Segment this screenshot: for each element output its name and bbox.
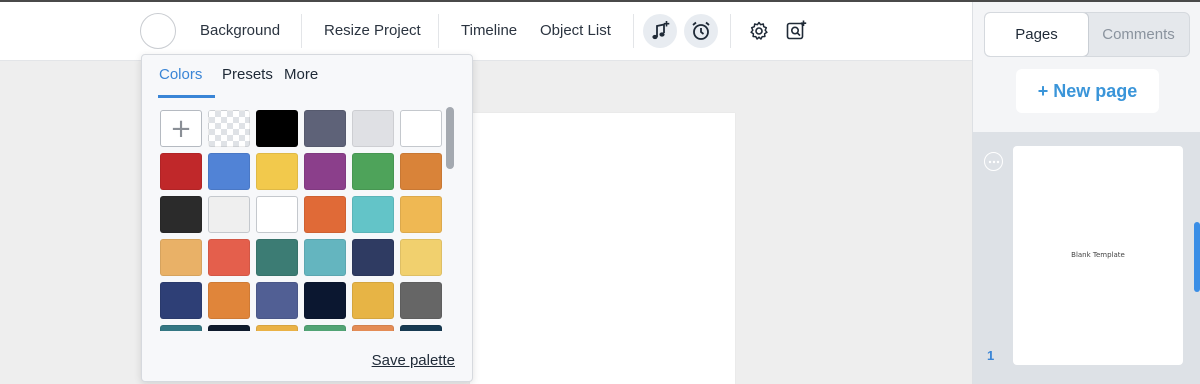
color-swatch-grid: +	[160, 110, 442, 331]
new-page-button[interactable]: + New page	[1016, 69, 1159, 113]
page-number: 1	[987, 348, 995, 363]
color-swatch[interactable]	[304, 325, 346, 331]
color-swatch[interactable]	[352, 153, 394, 190]
music-add-icon[interactable]	[643, 14, 677, 48]
tab-pages[interactable]: Pages	[985, 13, 1088, 56]
canvas-page[interactable]	[470, 113, 735, 384]
color-swatch[interactable]	[256, 110, 298, 147]
color-swatch[interactable]	[160, 196, 202, 233]
color-swatch[interactable]	[160, 239, 202, 276]
color-swatch[interactable]	[208, 153, 250, 190]
tab-presets[interactable]: Presets	[222, 66, 273, 83]
color-swatch[interactable]	[304, 196, 346, 233]
color-swatch[interactable]	[352, 196, 394, 233]
plus-icon: +	[170, 113, 192, 144]
toolbar-divider	[438, 14, 439, 48]
tab-comments[interactable]: Comments	[1088, 13, 1189, 56]
color-swatch[interactable]	[400, 110, 442, 147]
color-swatch[interactable]	[160, 153, 202, 190]
color-swatch[interactable]	[256, 325, 298, 331]
color-swatch[interactable]	[256, 239, 298, 276]
color-swatch[interactable]	[352, 239, 394, 276]
color-swatch[interactable]	[208, 282, 250, 319]
save-palette-link[interactable]: Save palette	[372, 352, 455, 369]
color-swatch[interactable]	[208, 325, 250, 331]
transparent-swatch[interactable]	[208, 110, 250, 147]
background-button[interactable]: Background	[200, 2, 280, 59]
panel-tabs: Pages Comments	[984, 12, 1190, 57]
color-swatch[interactable]	[208, 196, 250, 233]
toolbar-divider	[730, 14, 731, 48]
color-swatch[interactable]	[304, 110, 346, 147]
more-options-icon[interactable]	[984, 152, 1003, 171]
color-swatch[interactable]	[400, 282, 442, 319]
add-color-button[interactable]: +	[160, 110, 202, 147]
tab-colors[interactable]: Colors	[159, 66, 202, 83]
alarm-clock-icon[interactable]	[684, 14, 718, 48]
pages-list: Blank Template 1	[973, 132, 1200, 384]
color-swatch[interactable]	[400, 325, 442, 331]
gear-icon[interactable]	[742, 14, 776, 48]
color-swatch[interactable]	[256, 196, 298, 233]
toolbar-divider	[633, 14, 634, 48]
top-toolbar: Background Resize Project Timeline Objec…	[0, 2, 972, 61]
color-picker-popup: Colors Presets More + Save palette	[141, 54, 473, 382]
timeline-button[interactable]: Timeline	[461, 2, 517, 59]
color-swatch[interactable]	[256, 153, 298, 190]
color-swatch[interactable]	[208, 239, 250, 276]
toolbar-divider	[301, 14, 302, 48]
pages-panel: Pages Comments + New page Blank Template…	[972, 2, 1200, 384]
color-swatch[interactable]	[256, 282, 298, 319]
object-list-button[interactable]: Object List	[540, 2, 611, 59]
color-swatch[interactable]	[400, 239, 442, 276]
page-thumbnail[interactable]: Blank Template	[1013, 146, 1183, 365]
color-swatch[interactable]	[304, 153, 346, 190]
tab-more[interactable]: More	[284, 66, 318, 83]
color-swatch[interactable]	[352, 282, 394, 319]
swatch-scrollbar[interactable]	[446, 107, 454, 169]
resize-project-button[interactable]: Resize Project	[324, 2, 421, 59]
search-add-icon[interactable]	[779, 14, 813, 48]
color-swatch[interactable]	[400, 196, 442, 233]
background-color-button[interactable]	[140, 13, 176, 49]
color-swatch[interactable]	[400, 153, 442, 190]
color-swatch[interactable]	[352, 325, 394, 331]
color-swatch[interactable]	[304, 239, 346, 276]
color-swatch[interactable]	[352, 110, 394, 147]
page-thumbnail-label: Blank Template	[1071, 251, 1125, 259]
panel-scrollbar[interactable]	[1194, 222, 1200, 292]
color-swatch[interactable]	[160, 325, 202, 331]
active-tab-indicator	[158, 95, 215, 98]
color-swatch[interactable]	[304, 282, 346, 319]
color-swatch[interactable]	[160, 282, 202, 319]
